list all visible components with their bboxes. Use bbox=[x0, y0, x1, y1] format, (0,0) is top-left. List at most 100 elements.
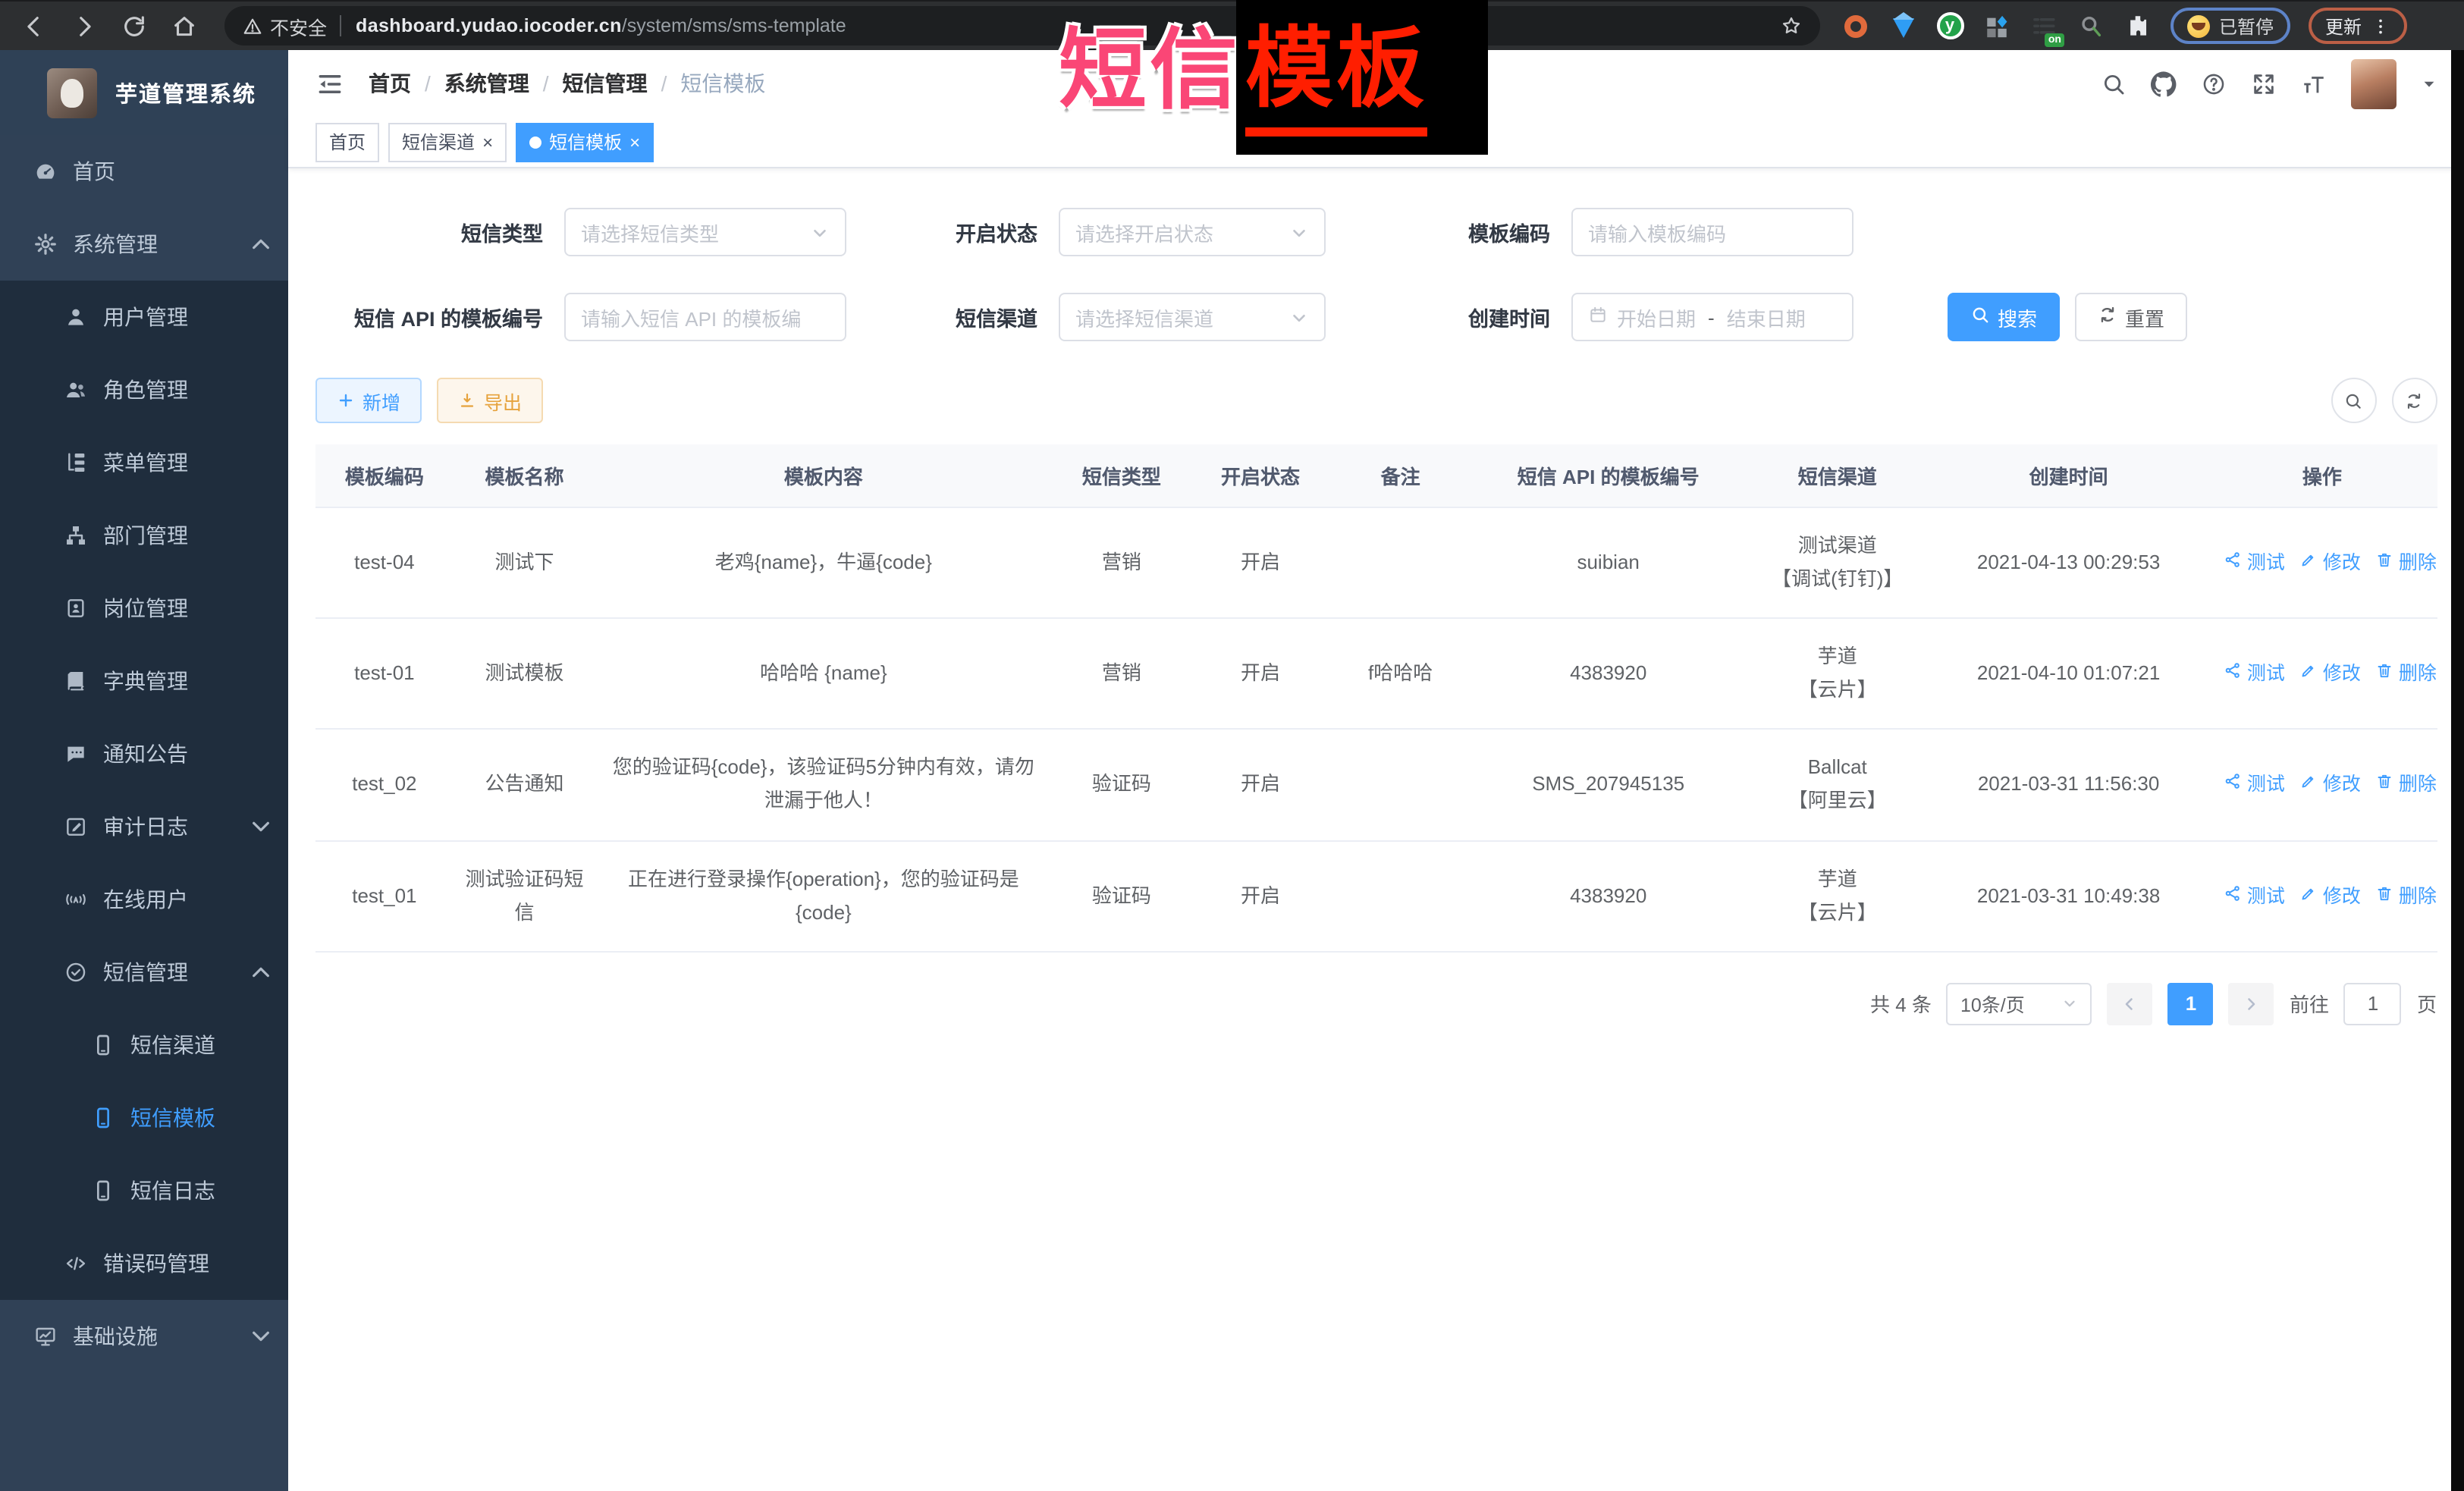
sidebar-item-system[interactable]: 系统管理 bbox=[0, 208, 288, 281]
browser-back-button[interactable] bbox=[15, 8, 52, 44]
sidebar-item-post[interactable]: 岗位管理 bbox=[0, 572, 288, 645]
sidebar-item-online-user[interactable]: 在线用户 bbox=[0, 863, 288, 936]
browser-reload-button[interactable] bbox=[115, 8, 152, 44]
toolbar: 新增 导出 bbox=[315, 378, 2437, 423]
breadcrumb-item[interactable]: 系统管理 bbox=[444, 68, 529, 99]
share-icon bbox=[2224, 880, 2243, 913]
table-row: test-04测试下老鸡{name}，牛逼{code}营销开启suibian测试… bbox=[315, 507, 2437, 618]
delete-link[interactable]: 删除 bbox=[2376, 548, 2437, 580]
fullscreen-icon[interactable] bbox=[2250, 71, 2276, 96]
sidebar-item-dict[interactable]: 字典管理 bbox=[0, 645, 288, 717]
browser-update-button[interactable]: 更新 bbox=[2309, 8, 2407, 44]
placeholder: 请选择开启状态 bbox=[1075, 218, 1213, 246]
close-icon[interactable]: × bbox=[482, 133, 493, 151]
delete-link[interactable]: 删除 bbox=[2376, 658, 2437, 691]
user-avatar[interactable] bbox=[2350, 58, 2396, 108]
bookmark-star-icon[interactable] bbox=[1781, 15, 1802, 36]
edit-link[interactable]: 修改 bbox=[2300, 548, 2361, 580]
edit-icon bbox=[2300, 548, 2318, 580]
test-link[interactable]: 测试 bbox=[2224, 548, 2285, 580]
sidebar-item-audit-log[interactable]: 审计日志 bbox=[0, 790, 288, 863]
cell-remark bbox=[1329, 840, 1471, 951]
page-size-select[interactable]: 10条/页 bbox=[1947, 983, 2092, 1025]
extension-magnifier-icon[interactable] bbox=[2076, 11, 2105, 40]
breadcrumb-item[interactable]: 首页 bbox=[369, 68, 411, 99]
sidebar-collapse-icon[interactable] bbox=[315, 69, 344, 98]
extension-ring-icon[interactable] bbox=[1841, 11, 1870, 40]
avatar-caret-down-icon[interactable] bbox=[2420, 75, 2437, 92]
toggle-search-icon[interactable] bbox=[2331, 378, 2376, 423]
test-link[interactable]: 测试 bbox=[2224, 770, 2285, 802]
chevron-down-icon bbox=[249, 1324, 273, 1348]
extension-puzzle-icon[interactable] bbox=[2123, 11, 2152, 40]
refresh-icon[interactable] bbox=[2391, 378, 2437, 423]
close-icon[interactable]: × bbox=[629, 133, 640, 151]
column-header: 开启状态 bbox=[1191, 444, 1329, 507]
sidebar-item-sms-log[interactable]: 短信日志 bbox=[0, 1154, 288, 1227]
column-header: 短信渠道 bbox=[1745, 444, 1929, 507]
sidebar-item-menu[interactable]: 菜单管理 bbox=[0, 426, 288, 499]
pagination: 共 4 条 10条/页 1 前往 1 页 bbox=[315, 983, 2437, 1025]
sidebar-item-sms-channel[interactable]: 短信渠道 bbox=[0, 1009, 288, 1081]
tab-sms-template[interactable]: 短信模板× bbox=[516, 122, 654, 162]
extension-y-icon[interactable]: y bbox=[1935, 11, 1964, 40]
sidebar-item-error-code[interactable]: 错误码管理 bbox=[0, 1227, 288, 1300]
breadcrumb-item[interactable]: 短信管理 bbox=[563, 68, 648, 99]
tab-home[interactable]: 首页 bbox=[315, 122, 379, 162]
search-button[interactable]: 搜索 bbox=[1948, 293, 2060, 341]
create-time-range-picker[interactable]: 开始日期-结束日期 bbox=[1571, 293, 1853, 341]
prev-page-button[interactable] bbox=[2108, 983, 2153, 1025]
reset-button[interactable]: 重置 bbox=[2075, 293, 2187, 341]
page-content: 短信类型请选择短信类型开启状态请选择开启状态模板编码请输入模板编码短信 API … bbox=[288, 168, 2464, 1491]
delete-link[interactable]: 删除 bbox=[2376, 770, 2437, 802]
test-link[interactable]: 测试 bbox=[2224, 880, 2285, 913]
app-logo[interactable]: 芋道管理系统 bbox=[0, 50, 288, 135]
search-icon[interactable] bbox=[2100, 71, 2126, 96]
tab-sms-channel[interactable]: 短信渠道× bbox=[388, 122, 507, 162]
screen: 不安全 dashboard.yudao.iocoder.cn/system/sm… bbox=[0, 0, 2464, 1491]
sms-channel-select[interactable]: 请选择短信渠道 bbox=[1059, 293, 1326, 341]
template-code-input[interactable]: 请输入模板编码 bbox=[1571, 208, 1853, 256]
sidebar-item-sms[interactable]: 短信管理 bbox=[0, 936, 288, 1009]
edit-link-label: 修改 bbox=[2323, 770, 2361, 802]
github-icon[interactable] bbox=[2150, 71, 2176, 96]
test-link[interactable]: 测试 bbox=[2224, 658, 2285, 691]
edit-link[interactable]: 修改 bbox=[2300, 658, 2361, 691]
help-icon[interactable] bbox=[2200, 71, 2226, 96]
extension-list-icon[interactable]: on bbox=[2029, 11, 2058, 40]
sidebar-item-notice[interactable]: 通知公告 bbox=[0, 717, 288, 790]
sms-type-select[interactable]: 请选择短信类型 bbox=[564, 208, 846, 256]
api-template-id-input[interactable]: 请输入短信 API 的模板编 bbox=[564, 293, 846, 341]
browser-chrome: 不安全 dashboard.yudao.iocoder.cn/system/sm… bbox=[0, 0, 2464, 50]
shield-check-icon bbox=[64, 960, 88, 984]
delete-link[interactable]: 删除 bbox=[2376, 880, 2437, 913]
goto-page-input[interactable]: 1 bbox=[2344, 983, 2402, 1025]
sidebar-item-infra[interactable]: 基础设施 bbox=[0, 1300, 288, 1373]
page-number-button[interactable]: 1 bbox=[2168, 983, 2214, 1025]
sidebar: 芋道管理系统 首页系统管理用户管理角色管理菜单管理部门管理岗位管理字典管理通知公… bbox=[0, 50, 288, 1491]
share-icon bbox=[2224, 770, 2243, 802]
sidebar-item-user[interactable]: 用户管理 bbox=[0, 281, 288, 353]
cell-type: 营销 bbox=[1052, 507, 1192, 618]
sidebar-item-sms-template[interactable]: 短信模板 bbox=[0, 1081, 288, 1154]
browser-menu-dots-icon[interactable] bbox=[2371, 16, 2390, 36]
extension-grid-icon[interactable] bbox=[1982, 11, 2011, 40]
profile-paused-badge[interactable]: 已暂停 bbox=[2171, 8, 2290, 44]
edit-link[interactable]: 修改 bbox=[2300, 880, 2361, 913]
test-link-label: 测试 bbox=[2247, 548, 2285, 580]
browser-forward-button[interactable] bbox=[65, 8, 102, 44]
sidebar-item-home[interactable]: 首页 bbox=[0, 135, 288, 208]
edit-link[interactable]: 修改 bbox=[2300, 770, 2361, 802]
next-page-button[interactable] bbox=[2229, 983, 2274, 1025]
status-select[interactable]: 请选择开启状态 bbox=[1059, 208, 1326, 256]
extension-gem-icon[interactable] bbox=[1888, 11, 1917, 40]
browser-home-button[interactable] bbox=[165, 8, 202, 44]
phone-icon bbox=[91, 1179, 115, 1203]
export-button[interactable]: 导出 bbox=[437, 378, 543, 423]
font-size-icon[interactable] bbox=[2300, 71, 2326, 96]
delete-icon bbox=[2376, 548, 2394, 580]
address-bar[interactable]: 不安全 dashboard.yudao.iocoder.cn/system/sm… bbox=[224, 6, 1820, 46]
add-button[interactable]: 新增 bbox=[315, 378, 422, 423]
sidebar-item-role[interactable]: 角色管理 bbox=[0, 353, 288, 426]
sidebar-item-dept[interactable]: 部门管理 bbox=[0, 499, 288, 572]
